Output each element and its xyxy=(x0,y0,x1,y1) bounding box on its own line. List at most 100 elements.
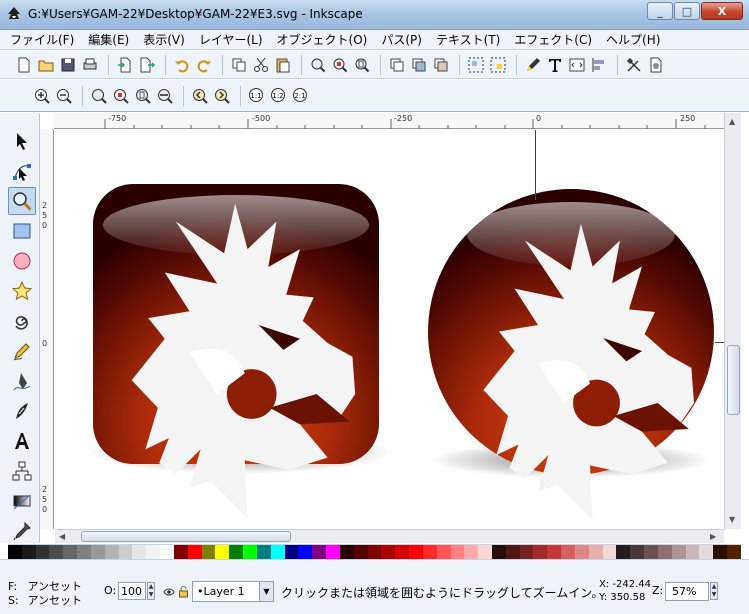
color-swatch[interactable] xyxy=(644,545,658,559)
close-button[interactable]: X xyxy=(701,2,743,20)
opacity-spinner[interactable]: ▲ ▼ xyxy=(147,582,155,600)
color-swatch[interactable] xyxy=(339,545,354,559)
color-swatch[interactable] xyxy=(160,545,174,559)
color-swatch[interactable] xyxy=(146,545,161,559)
color-swatch[interactable] xyxy=(215,545,230,559)
fill-stroke-button[interactable] xyxy=(523,55,543,75)
color-swatch[interactable] xyxy=(312,545,327,559)
color-swatch[interactable] xyxy=(201,545,216,559)
color-swatch[interactable] xyxy=(49,545,64,559)
color-swatch[interactable] xyxy=(8,545,22,559)
zoom-1-1-button[interactable]: 1:1 xyxy=(247,86,267,106)
vertical-scrollbar[interactable]: ▲ ▼ xyxy=(724,113,741,529)
group-button[interactable] xyxy=(466,55,486,75)
opacity-input[interactable]: 100 xyxy=(118,582,146,600)
zoom-in-button[interactable] xyxy=(32,86,52,106)
print-button[interactable] xyxy=(80,55,100,75)
color-swatch[interactable] xyxy=(353,545,368,559)
zoom-1-2-button[interactable]: 1:2 xyxy=(269,86,289,106)
lock-icon[interactable] xyxy=(178,585,189,598)
open-button[interactable] xyxy=(36,55,56,75)
undo-button[interactable] xyxy=(172,55,192,75)
color-swatch[interactable] xyxy=(616,545,631,559)
align-distribute-button[interactable] xyxy=(589,55,609,75)
drawing-canvas[interactable] xyxy=(55,130,724,528)
rounded-square-icon[interactable] xyxy=(90,184,390,519)
color-swatch[interactable] xyxy=(21,545,36,559)
menu-view[interactable]: 表示(V) xyxy=(143,31,185,48)
zoom-tool[interactable] xyxy=(8,187,36,215)
color-swatch[interactable] xyxy=(90,545,105,559)
duplicate-button[interactable] xyxy=(387,55,407,75)
node-tool[interactable] xyxy=(8,157,36,185)
color-swatch[interactable] xyxy=(298,545,313,559)
color-swatch[interactable] xyxy=(505,545,520,559)
cut-button[interactable] xyxy=(251,55,271,75)
zoom-selection-button[interactable] xyxy=(89,86,109,106)
zoom-spinner[interactable]: ▲ ▼ xyxy=(710,582,718,600)
horizontal-scrollbar[interactable]: ◀ ▶ xyxy=(55,529,724,543)
color-swatch[interactable] xyxy=(561,545,575,559)
color-swatch[interactable] xyxy=(422,545,437,559)
color-swatch[interactable] xyxy=(77,545,91,559)
connector-tool[interactable] xyxy=(8,457,36,485)
text-font-button[interactable] xyxy=(545,55,565,75)
zoom-page-width-button[interactable] xyxy=(155,86,175,106)
menu-layer[interactable]: レイヤー(L) xyxy=(199,31,263,48)
color-swatch[interactable] xyxy=(547,545,562,559)
zoom-selection-button[interactable] xyxy=(308,55,328,75)
chevron-down-icon[interactable]: ▼ xyxy=(259,582,273,601)
zoom-drawing-button[interactable] xyxy=(330,55,350,75)
menu-edit[interactable]: 編集(E) xyxy=(88,31,129,48)
zoom-2-1-button[interactable]: 2:1 xyxy=(291,86,311,106)
color-swatch[interactable] xyxy=(229,545,244,559)
gradient-tool[interactable] xyxy=(8,487,36,515)
zoom-page-button[interactable] xyxy=(133,86,153,106)
color-swatch[interactable] xyxy=(519,545,534,559)
text-tool[interactable] xyxy=(8,427,36,455)
selector-tool[interactable] xyxy=(8,127,36,155)
bezier-tool[interactable] xyxy=(8,367,36,395)
color-swatch[interactable] xyxy=(478,545,492,559)
color-swatch[interactable] xyxy=(118,545,133,559)
color-swatch[interactable] xyxy=(381,545,396,559)
stroke-indicator[interactable]: S: アンセット xyxy=(8,592,82,608)
color-swatch[interactable] xyxy=(727,545,741,559)
circle-icon-artwork[interactable] xyxy=(428,189,714,520)
layer-dropdown[interactable]: •Layer 1 ▼ xyxy=(192,581,274,602)
pencil-tool[interactable] xyxy=(8,337,36,365)
color-swatch[interactable] xyxy=(436,545,451,559)
color-swatch[interactable] xyxy=(367,545,382,559)
scroll-down-icon[interactable]: ▼ xyxy=(729,515,735,524)
color-swatch[interactable] xyxy=(132,545,147,559)
document-properties-button[interactable] xyxy=(646,55,666,75)
color-swatch[interactable] xyxy=(685,545,700,559)
zoom-previous-button[interactable] xyxy=(190,86,210,106)
preferences-button[interactable] xyxy=(624,55,644,75)
color-swatch[interactable] xyxy=(464,545,479,559)
ellipse-tool[interactable] xyxy=(8,247,36,275)
menu-text[interactable]: テキスト(T) xyxy=(436,31,500,48)
calligraphy-tool[interactable] xyxy=(8,397,36,425)
save-button[interactable] xyxy=(58,55,78,75)
xml-editor-button[interactable] xyxy=(567,55,587,75)
color-swatch[interactable] xyxy=(699,545,714,559)
maximize-button[interactable]: □ xyxy=(674,2,700,20)
color-swatch[interactable] xyxy=(63,545,78,559)
color-swatch[interactable] xyxy=(243,545,257,559)
color-swatch[interactable] xyxy=(657,545,672,559)
unlink-clone-button[interactable] xyxy=(431,55,451,75)
scroll-up-icon[interactable]: ▲ xyxy=(729,117,735,126)
color-swatch[interactable] xyxy=(173,545,188,559)
dropper-tool[interactable] xyxy=(8,517,36,545)
import-button[interactable] xyxy=(115,55,135,75)
color-swatch[interactable] xyxy=(270,545,285,559)
menu-path[interactable]: パス(P) xyxy=(381,31,422,48)
minimize-button[interactable]: _ xyxy=(647,2,673,20)
zoom-drawing-button[interactable] xyxy=(111,86,131,106)
color-swatch[interactable] xyxy=(256,545,271,559)
paste-button[interactable] xyxy=(273,55,293,75)
eye-icon[interactable] xyxy=(163,586,175,598)
color-swatch[interactable] xyxy=(104,545,119,559)
color-swatch[interactable] xyxy=(187,545,202,559)
